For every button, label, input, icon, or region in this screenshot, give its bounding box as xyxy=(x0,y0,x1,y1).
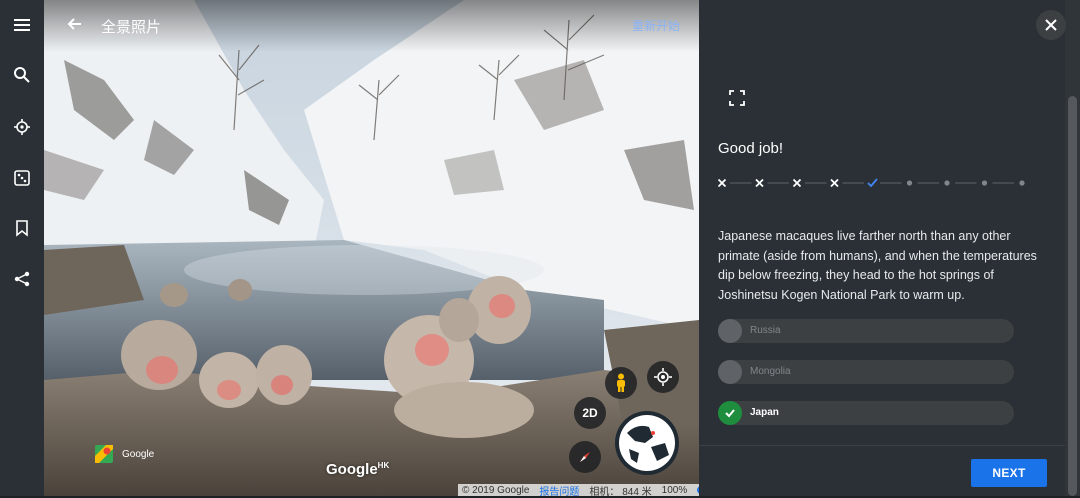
option-radio xyxy=(718,319,742,343)
zoom-level: 100% xyxy=(661,484,688,496)
scrollbar-thumb[interactable] xyxy=(1068,96,1077,496)
option-radio xyxy=(718,360,742,384)
my-location-icon[interactable] xyxy=(647,361,679,393)
watermark-region: HK xyxy=(377,461,390,470)
progress-step-wrong xyxy=(718,178,727,188)
google-watermark: GoogleHK xyxy=(326,461,390,478)
compass-icon[interactable] xyxy=(569,441,601,473)
voyager-icon[interactable] xyxy=(0,105,44,149)
brand-badge[interactable]: Google xyxy=(94,444,154,464)
search-icon[interactable] xyxy=(0,53,44,97)
google-maps-icon xyxy=(95,445,113,463)
quiz-heading: Good job! xyxy=(718,140,784,157)
left-rail xyxy=(0,0,44,496)
panorama-title: 全景照片 xyxy=(101,19,162,36)
restart-link[interactable]: 重新开始 xyxy=(632,17,680,34)
copyright-text: © 2019 Google xyxy=(462,484,530,496)
brand-label: Google xyxy=(122,448,155,460)
progress-step-pending xyxy=(981,180,988,186)
close-icon[interactable] xyxy=(1036,10,1066,40)
share-icon[interactable] xyxy=(0,257,44,301)
globe-icon[interactable] xyxy=(615,411,679,475)
progress-step-pending xyxy=(944,180,950,186)
progress-step-wrong xyxy=(755,178,764,188)
progress-step-correct xyxy=(867,178,878,188)
progress-step-wrong xyxy=(792,178,802,188)
progress-step-wrong xyxy=(830,178,839,188)
back-arrow-icon[interactable] xyxy=(62,12,86,36)
menu-icon[interactable] xyxy=(0,3,44,47)
answer-option-mongolia[interactable]: Mongolia xyxy=(718,360,1014,384)
panel-divider xyxy=(699,445,1065,446)
answer-option-russia[interactable]: Russia xyxy=(718,319,1014,343)
option-label: Russia xyxy=(750,325,781,336)
answer-option-japan[interactable]: Japan xyxy=(718,401,1014,425)
progress-step-pending xyxy=(1019,180,1025,186)
bookmark-icon[interactable] xyxy=(0,206,44,250)
pegman-icon[interactable] xyxy=(605,367,637,399)
dice-icon[interactable] xyxy=(0,156,44,200)
check-icon xyxy=(718,401,742,425)
next-button[interactable]: NEXT xyxy=(971,459,1047,487)
option-label: Mongolia xyxy=(750,366,791,377)
progress-step-pending xyxy=(906,180,913,186)
toggle-2d-button[interactable]: 2D xyxy=(574,397,606,429)
camera-altitude: 相机： 844 米 xyxy=(589,486,652,498)
option-label: Japan xyxy=(750,407,779,418)
map-footer: © 2019 Google 报告问题 相机： 844 米 100% xyxy=(458,483,710,498)
quiz-description: Japanese macaques live farther north tha… xyxy=(718,229,1037,302)
fullscreen-icon[interactable] xyxy=(728,89,746,107)
quiz-progress xyxy=(718,178,1025,188)
report-problem-link[interactable]: 报告问题 xyxy=(539,483,579,498)
